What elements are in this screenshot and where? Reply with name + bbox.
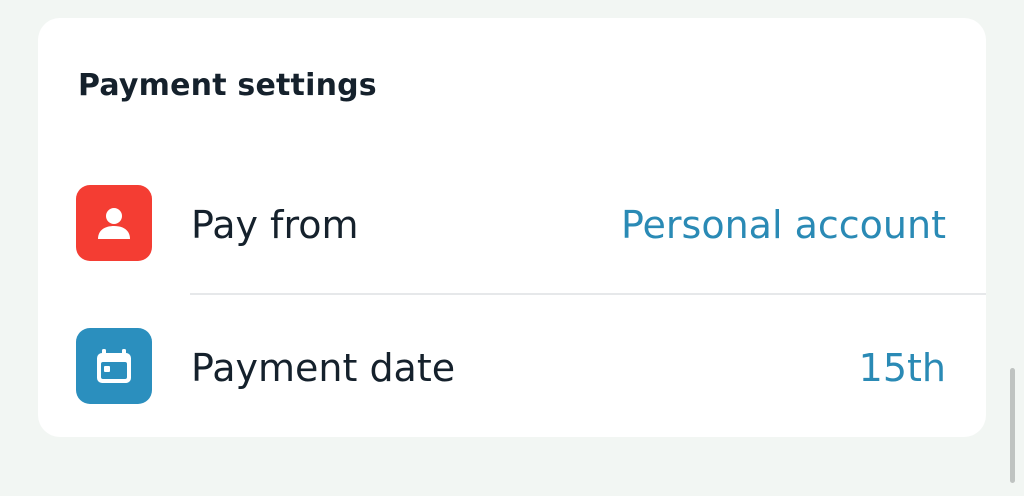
person-icon bbox=[98, 208, 130, 239]
pay-from-icon-tile bbox=[76, 185, 152, 261]
row-divider bbox=[190, 293, 986, 295]
payment-date-label: Payment date bbox=[191, 346, 456, 390]
card-title: Payment settings bbox=[78, 68, 377, 103]
payment-date-icon-tile bbox=[76, 328, 152, 404]
calendar-icon bbox=[97, 349, 131, 383]
scrollbar[interactable] bbox=[1010, 368, 1015, 483]
pay-from-label: Pay from bbox=[191, 203, 359, 247]
payment-settings-card: Payment settings Pay from Personal accou… bbox=[38, 18, 986, 437]
payment-date-value: 15th bbox=[858, 346, 946, 390]
payment-date-row[interactable]: Payment date 15th bbox=[38, 309, 986, 429]
pay-from-row[interactable]: Pay from Personal account bbox=[38, 166, 986, 286]
pay-from-value: Personal account bbox=[620, 203, 946, 247]
